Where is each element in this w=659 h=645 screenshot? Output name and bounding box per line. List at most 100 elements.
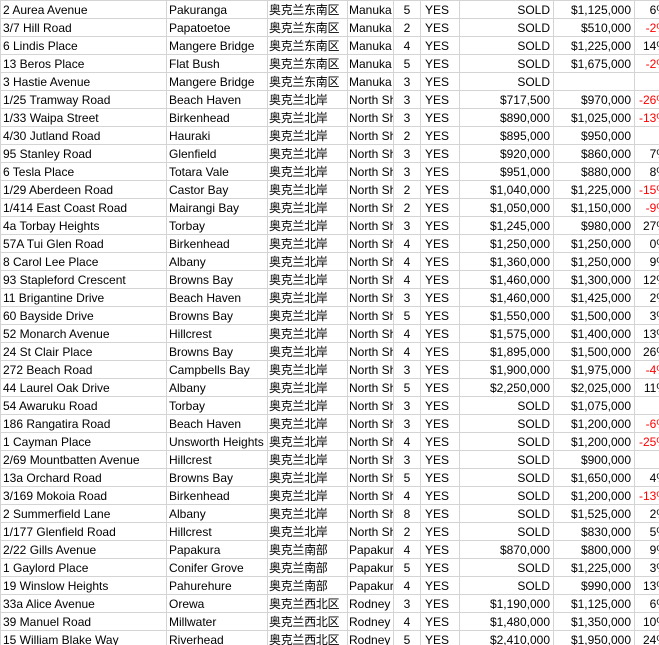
address-cell[interactable]: 1/33 Waipa Street [0, 108, 167, 127]
valuation-cell[interactable]: $1,225,000 [553, 558, 635, 577]
suburb-cell[interactable]: Papakura [166, 540, 268, 559]
area-cell[interactable]: North Sho [347, 396, 394, 415]
suburb-cell[interactable]: Unsworth Heights [166, 432, 268, 451]
bedrooms-cell[interactable]: 5 [393, 0, 421, 19]
flag-cell[interactable]: YES [420, 468, 460, 487]
suburb-cell[interactable]: Totara Vale [166, 162, 268, 181]
flag-cell[interactable]: YES [420, 270, 460, 289]
suburb-cell[interactable]: Campbells Bay [166, 360, 268, 379]
percent-cell[interactable]: -2% [634, 54, 659, 73]
region-cn-cell[interactable]: 奥克兰北岸 [267, 216, 348, 235]
bedrooms-cell[interactable]: 4 [393, 252, 421, 271]
region-cn-cell[interactable]: 奥克兰北岸 [267, 468, 348, 487]
area-cell[interactable]: North Sho [347, 162, 394, 181]
valuation-cell[interactable]: $1,975,000 [553, 360, 635, 379]
bedrooms-cell[interactable]: 5 [393, 630, 421, 645]
region-cn-cell[interactable]: 奥克兰西北区 [267, 594, 348, 613]
area-cell[interactable]: North Sho [347, 288, 394, 307]
sold-price-cell[interactable]: SOLD [459, 486, 554, 505]
region-cn-cell[interactable]: 奥克兰北岸 [267, 306, 348, 325]
bedrooms-cell[interactable]: 3 [393, 288, 421, 307]
address-cell[interactable]: 3/169 Mokoia Road [0, 486, 167, 505]
sold-price-cell[interactable]: $2,250,000 [459, 378, 554, 397]
valuation-cell[interactable]: $1,200,000 [553, 432, 635, 451]
suburb-cell[interactable]: Browns Bay [166, 342, 268, 361]
region-cn-cell[interactable]: 奥克兰南部 [267, 558, 348, 577]
sold-price-cell[interactable]: SOLD [459, 0, 554, 19]
area-cell[interactable]: North Sho [347, 432, 394, 451]
flag-cell[interactable]: YES [420, 594, 460, 613]
percent-cell[interactable]: 7% [634, 144, 659, 163]
region-cn-cell[interactable]: 奥克兰东南区 [267, 54, 348, 73]
area-cell[interactable]: Papakura [347, 558, 394, 577]
valuation-cell[interactable]: $1,250,000 [553, 234, 635, 253]
suburb-cell[interactable]: Albany [166, 378, 268, 397]
bedrooms-cell[interactable]: 3 [393, 396, 421, 415]
region-cn-cell[interactable]: 奥克兰北岸 [267, 180, 348, 199]
area-cell[interactable]: North Sho [347, 306, 394, 325]
area-cell[interactable]: North Sho [347, 486, 394, 505]
bedrooms-cell[interactable]: 3 [393, 594, 421, 613]
address-cell[interactable]: 52 Monarch Avenue [0, 324, 167, 343]
sold-price-cell[interactable]: $1,575,000 [459, 324, 554, 343]
address-cell[interactable]: 93 Stapleford Crescent [0, 270, 167, 289]
sold-price-cell[interactable]: $1,190,000 [459, 594, 554, 613]
percent-cell[interactable]: 2% [634, 288, 659, 307]
bedrooms-cell[interactable]: 5 [393, 558, 421, 577]
area-cell[interactable]: Rodney [347, 594, 394, 613]
valuation-cell[interactable]: $1,225,000 [553, 180, 635, 199]
bedrooms-cell[interactable]: 5 [393, 378, 421, 397]
sold-price-cell[interactable]: $1,250,000 [459, 234, 554, 253]
area-cell[interactable]: North Sho [347, 126, 394, 145]
sold-price-cell[interactable]: SOLD [459, 504, 554, 523]
valuation-cell[interactable]: $1,500,000 [553, 342, 635, 361]
address-cell[interactable]: 6 Tesla Place [0, 162, 167, 181]
region-cn-cell[interactable]: 奥克兰北岸 [267, 90, 348, 109]
region-cn-cell[interactable]: 奥克兰南部 [267, 576, 348, 595]
bedrooms-cell[interactable]: 5 [393, 306, 421, 325]
area-cell[interactable]: North Sho [347, 342, 394, 361]
suburb-cell[interactable]: Albany [166, 252, 268, 271]
sold-price-cell[interactable]: SOLD [459, 36, 554, 55]
area-cell[interactable]: North Sho [347, 144, 394, 163]
address-cell[interactable]: 1/29 Aberdeen Road [0, 180, 167, 199]
address-cell[interactable]: 1 Cayman Place [0, 432, 167, 451]
valuation-cell[interactable]: $950,000 [553, 126, 635, 145]
flag-cell[interactable]: YES [420, 360, 460, 379]
percent-cell[interactable] [634, 450, 659, 469]
valuation-cell[interactable]: $1,075,000 [553, 396, 635, 415]
region-cn-cell[interactable]: 奥克兰北岸 [267, 504, 348, 523]
region-cn-cell[interactable]: 奥克兰北岸 [267, 108, 348, 127]
region-cn-cell[interactable]: 奥克兰北岸 [267, 450, 348, 469]
region-cn-cell[interactable]: 奥克兰北岸 [267, 162, 348, 181]
sold-price-cell[interactable]: SOLD [459, 54, 554, 73]
region-cn-cell[interactable]: 奥克兰北岸 [267, 270, 348, 289]
percent-cell[interactable]: -13% [634, 108, 659, 127]
suburb-cell[interactable]: Birkenhead [166, 486, 268, 505]
valuation-cell[interactable]: $1,525,000 [553, 504, 635, 523]
suburb-cell[interactable]: Hauraki [166, 126, 268, 145]
region-cn-cell[interactable]: 奥克兰北岸 [267, 252, 348, 271]
area-cell[interactable]: Manuka [347, 54, 394, 73]
region-cn-cell[interactable]: 奥克兰北岸 [267, 522, 348, 541]
bedrooms-cell[interactable]: 4 [393, 324, 421, 343]
address-cell[interactable]: 3 Hastie Avenue [0, 72, 167, 91]
bedrooms-cell[interactable]: 4 [393, 36, 421, 55]
region-cn-cell[interactable]: 奥克兰北岸 [267, 396, 348, 415]
flag-cell[interactable]: YES [420, 612, 460, 631]
bedrooms-cell[interactable]: 3 [393, 72, 421, 91]
spreadsheet-grid[interactable]: 2 Aurea Avenue Pakuranga 奥克兰东南区 Manuka 5 YES S… [0, 0, 659, 645]
bedrooms-cell[interactable]: 4 [393, 432, 421, 451]
area-cell[interactable]: North Sho [347, 360, 394, 379]
bedrooms-cell[interactable]: 3 [393, 450, 421, 469]
flag-cell[interactable]: YES [420, 90, 460, 109]
flag-cell[interactable]: YES [420, 558, 460, 577]
bedrooms-cell[interactable]: 3 [393, 360, 421, 379]
address-cell[interactable]: 13a Orchard Road [0, 468, 167, 487]
valuation-cell[interactable]: $1,300,000 [553, 270, 635, 289]
valuation-cell[interactable]: $900,000 [553, 450, 635, 469]
suburb-cell[interactable]: Birkenhead [166, 234, 268, 253]
flag-cell[interactable]: YES [420, 396, 460, 415]
flag-cell[interactable]: YES [420, 234, 460, 253]
address-cell[interactable]: 60 Bayside Drive [0, 306, 167, 325]
